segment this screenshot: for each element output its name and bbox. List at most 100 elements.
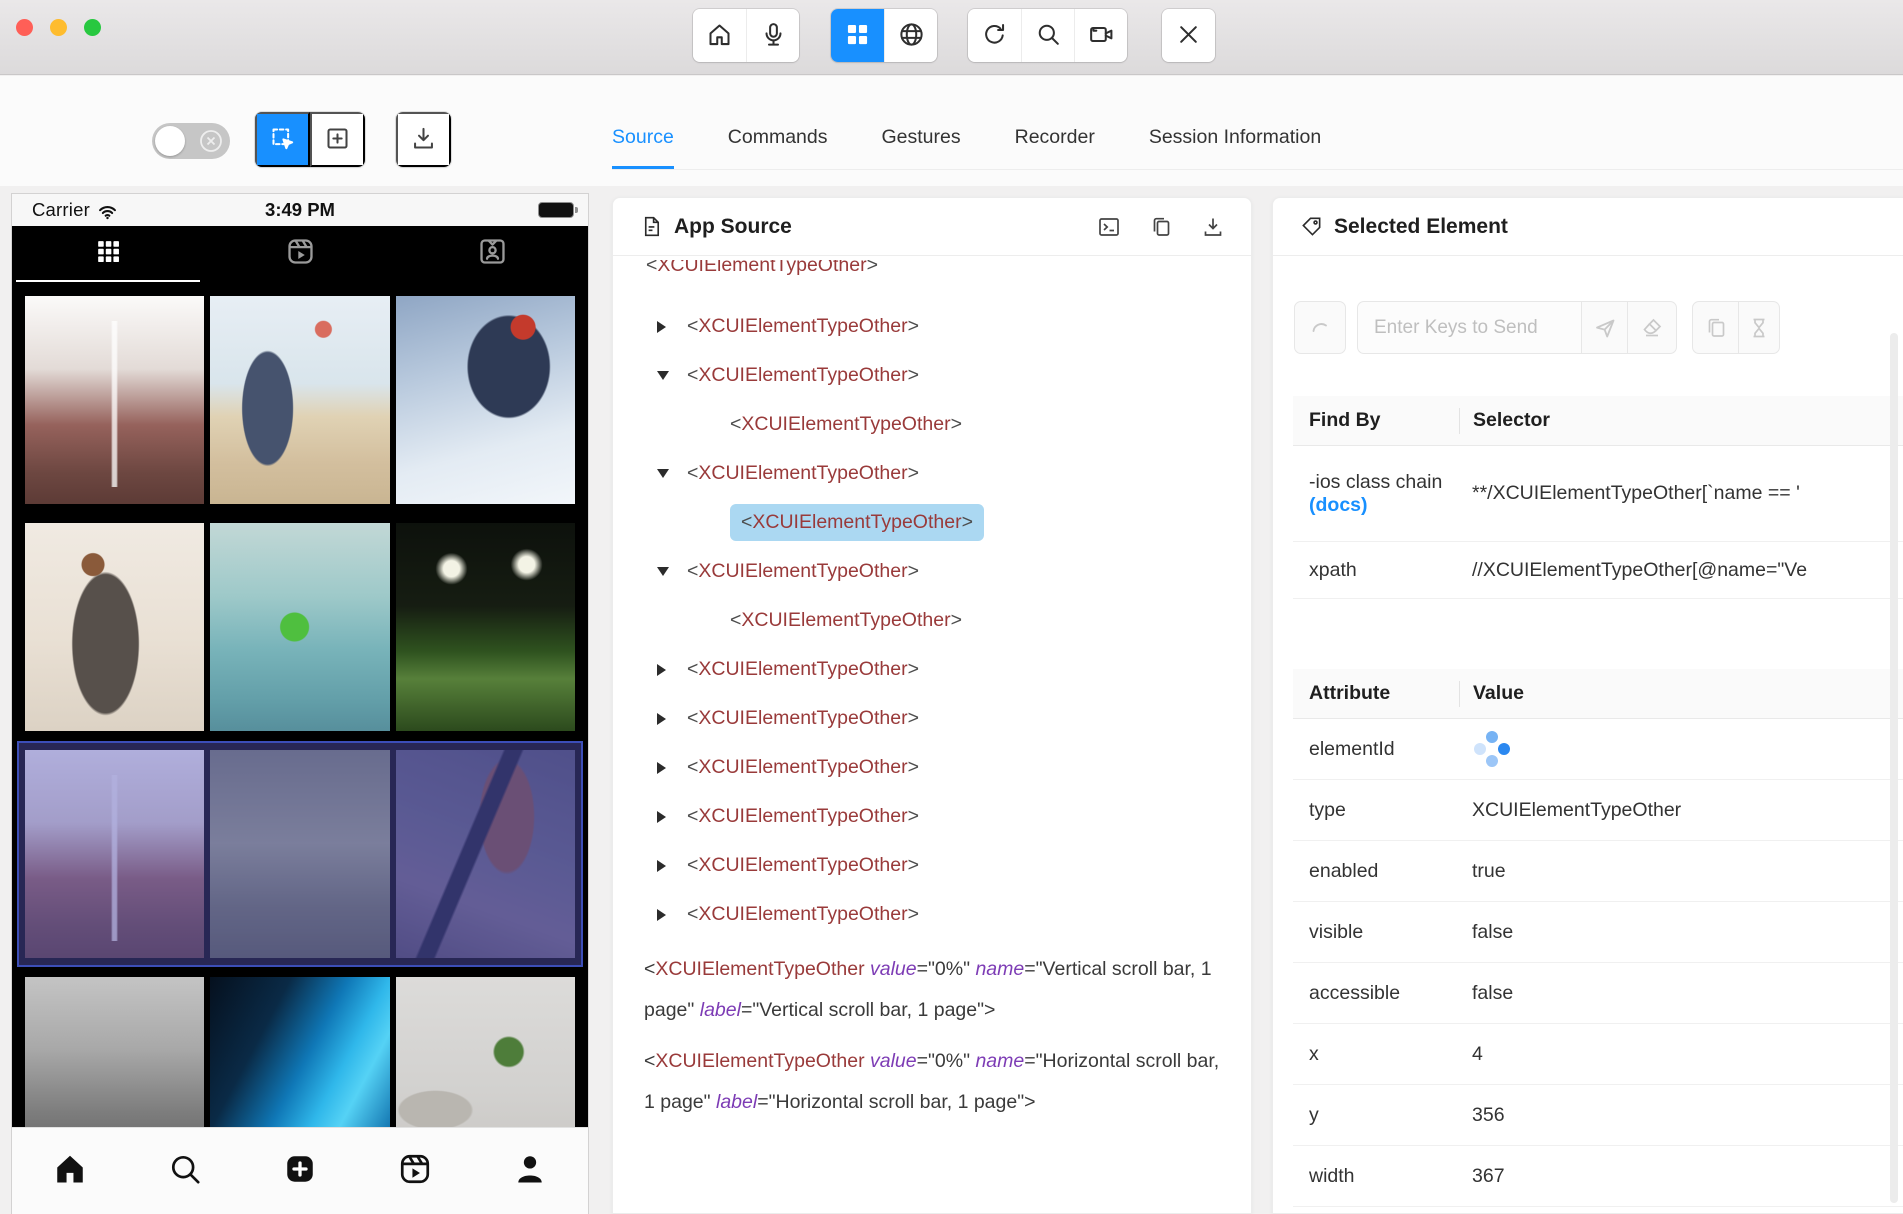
toolbar-search-button[interactable]	[1021, 9, 1074, 62]
nav-reels-button[interactable]	[397, 1151, 433, 1192]
photo-basketball-dunk[interactable]	[25, 523, 204, 731]
source-tree-node[interactable]: <XCUIElementTypeOther>	[613, 645, 1251, 694]
nav-create-button[interactable]	[282, 1151, 318, 1192]
photo-lake-swimmer[interactable]	[210, 523, 389, 731]
toolbar-close-session-button[interactable]	[1162, 9, 1215, 62]
chevron-down-icon[interactable]	[657, 469, 687, 478]
copy-attributes-button[interactable]	[1692, 301, 1739, 354]
close-session-icon	[1175, 21, 1202, 51]
photo-neon-tech[interactable]	[210, 977, 389, 1128]
chevron-down-icon[interactable]	[657, 567, 687, 576]
window-minimize-button[interactable]	[50, 19, 67, 36]
media-tab-reels[interactable]	[204, 226, 396, 282]
tree-node-label: <XCUIElementTypeOther>	[687, 903, 919, 926]
download-screenshot-button[interactable]	[396, 112, 451, 167]
send-icon	[1593, 316, 1617, 340]
chevron-right-icon[interactable]	[657, 321, 687, 333]
tab-recorder[interactable]: Recorder	[1015, 108, 1095, 169]
source-tree-node[interactable]: <XCUIElementTypeOther>	[613, 449, 1251, 498]
source-tree-node[interactable]: <XCUIElementTypeOther>	[613, 302, 1251, 351]
photo-basketball-court[interactable]	[210, 296, 389, 504]
nav-profile-button[interactable]	[512, 1151, 548, 1192]
tab-session-information[interactable]: Session Information	[1149, 108, 1321, 169]
send-keys-input[interactable]	[1357, 301, 1581, 354]
window-close-button[interactable]	[16, 19, 33, 36]
add-locator-button[interactable]	[310, 112, 365, 167]
photo-running-track[interactable]	[25, 296, 204, 504]
chevron-right-icon[interactable]	[657, 860, 687, 872]
toolbar-browser-button[interactable]	[884, 9, 937, 62]
tab-commands[interactable]: Commands	[728, 108, 828, 169]
nav-search-button[interactable]	[167, 1151, 203, 1192]
photo-running-track-2[interactable]	[25, 750, 204, 958]
tree-node-label: <XCUIElementTypeOther>	[730, 413, 962, 436]
attribute-row: typeXCUIElementTypeOther	[1293, 780, 1903, 841]
source-leaf-node[interactable]: <XCUIElementTypeOther value="0%" name="H…	[613, 1031, 1251, 1123]
chevron-right-icon[interactable]	[657, 762, 687, 774]
select-element-button[interactable]	[255, 112, 310, 167]
source-tree-node[interactable]: <XCUIElementTypeOther>	[613, 547, 1251, 596]
clear-text-button[interactable]	[1628, 301, 1677, 354]
chevron-right-icon[interactable]	[657, 909, 687, 921]
attribute-value: false	[1459, 921, 1903, 944]
window-zoom-button[interactable]	[84, 19, 101, 36]
attribute-row: x4	[1293, 1024, 1903, 1085]
attribute-value: true	[1459, 860, 1903, 883]
photo-row	[25, 523, 575, 731]
photo-grass-closeup[interactable]	[210, 750, 389, 958]
source-tree-node[interactable]: <XCUIElementTypeOther>	[613, 694, 1251, 743]
tap-element-button[interactable]	[1294, 301, 1346, 354]
device-screen-mirror[interactable]: Carrier 3:49 PM	[12, 194, 588, 1214]
source-tree-node[interactable]: <XCUIElementTypeOther>	[613, 596, 1251, 645]
source-tree-node[interactable]: <XCUIElementTypeOther>	[613, 351, 1251, 400]
attribute-value: 4	[1459, 1043, 1903, 1066]
attribute-row: y356	[1293, 1085, 1903, 1146]
source-tree-node[interactable]: <XCUIElementTypeOther>	[613, 890, 1251, 939]
source-tree-node[interactable]: <XCUIElementTypeOther>	[613, 792, 1251, 841]
appium-inspector-window: Source Commands Gestures Recorder Session In…	[0, 0, 1903, 1214]
photo-sprint-start[interactable]	[25, 977, 204, 1128]
refresh-icon	[981, 21, 1008, 51]
download-source-icon[interactable]	[1201, 215, 1225, 239]
chevron-down-icon[interactable]	[657, 371, 687, 380]
photo-desk-plant[interactable]	[396, 977, 575, 1128]
media-tab-tagged[interactable]	[396, 226, 588, 282]
chevron-right-icon[interactable]	[657, 664, 687, 676]
photo-ski-slope[interactable]	[396, 296, 575, 504]
source-tree-node[interactable]: <XCUIElementTypeOther>	[613, 260, 1251, 302]
toolbar-app-grid-button[interactable]	[831, 9, 884, 62]
source-leaf-node[interactable]: <XCUIElementTypeOther value="0%" name="V…	[613, 939, 1251, 1031]
toolbar-microphone-button[interactable]	[746, 9, 799, 62]
nav-home-button[interactable]	[52, 1151, 88, 1192]
toolbar-refresh-button[interactable]	[968, 9, 1021, 62]
screenshot-interaction-toggle[interactable]	[152, 123, 230, 159]
toolbar-screen-recording-button[interactable]	[1074, 9, 1127, 62]
element-action-bar	[1294, 301, 1780, 354]
source-tree-node[interactable]: <XCUIElementTypeOther>	[613, 841, 1251, 890]
terminal-icon[interactable]	[1097, 215, 1121, 239]
source-tree-node[interactable]: <XCUIElementTypeOther>	[613, 498, 1251, 547]
profile-media-tabs	[12, 226, 588, 282]
chevron-right-icon[interactable]	[657, 713, 687, 725]
send-keys-button[interactable]	[1581, 301, 1628, 354]
app-source-title: App Source	[640, 215, 792, 239]
media-tab-grid[interactable]	[12, 226, 204, 282]
chevron-right-icon[interactable]	[657, 811, 687, 823]
photo-baseball-stadium[interactable]	[396, 523, 575, 731]
selected-element-panel: Selected Element Find By Selector-ios cl…	[1272, 197, 1903, 1214]
tag-icon	[1300, 215, 1323, 238]
tab-gestures[interactable]: Gestures	[882, 108, 961, 169]
download-screenshot-group	[396, 112, 451, 167]
attribute-name: width	[1293, 1165, 1459, 1188]
toolbar-home-button[interactable]	[693, 9, 746, 62]
photo-barbell-lift[interactable]	[396, 750, 575, 958]
copy-source-icon[interactable]	[1149, 215, 1173, 239]
tab-source[interactable]: Source	[612, 108, 674, 169]
docs-link[interactable]: (docs)	[1309, 494, 1368, 516]
panel-scrollbar[interactable]	[1890, 333, 1898, 1203]
source-tree-node[interactable]: <XCUIElementTypeOther>	[613, 400, 1251, 449]
photo-row	[25, 977, 575, 1128]
element-interaction-mode-buttons	[255, 112, 365, 167]
wait-for-element-button[interactable]	[1739, 301, 1780, 354]
source-tree-node[interactable]: <XCUIElementTypeOther>	[613, 743, 1251, 792]
